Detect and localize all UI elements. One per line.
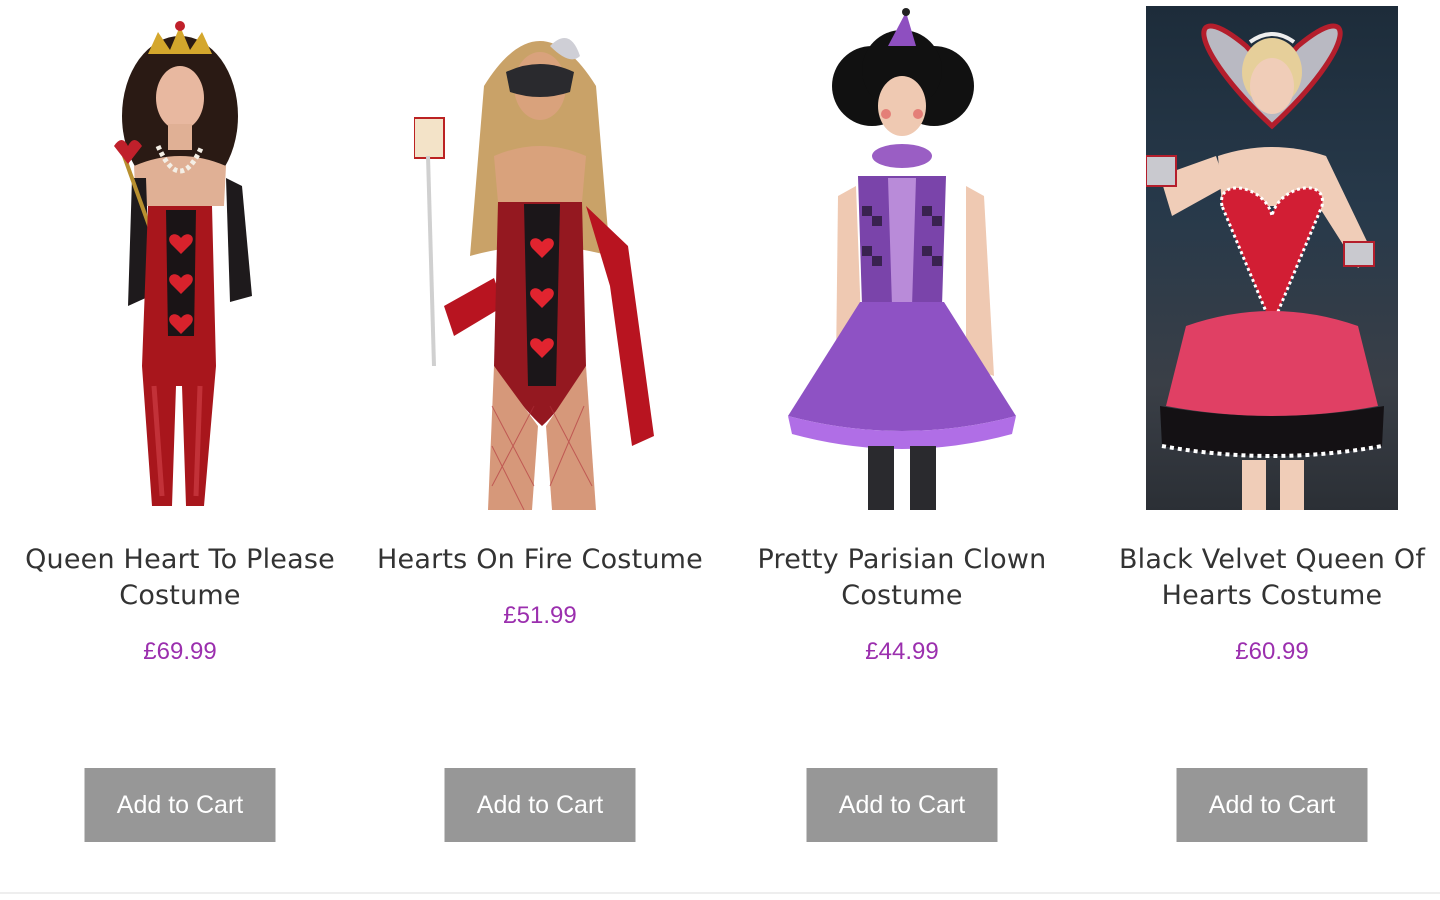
costume-figure-illustration xyxy=(114,21,252,506)
costume-figure-illustration xyxy=(1146,23,1384,510)
product-grid: Queen Heart To Please Costume £69.99 Add… xyxy=(0,0,1440,890)
section-divider xyxy=(0,892,1440,894)
product-price: £69.99 xyxy=(143,638,217,665)
add-to-cart-button[interactable]: Add to Cart xyxy=(84,768,276,842)
product-card: Queen Heart To Please Costume £69.99 Add… xyxy=(0,0,360,860)
product-image[interactable] xyxy=(54,6,306,510)
add-to-cart-button[interactable]: Add to Cart xyxy=(444,768,636,842)
product-card: Pretty Parisian Clown Costume £44.99 Add… xyxy=(722,0,1082,860)
product-card: Hearts On Fire Costume £51.99 Add to Car… xyxy=(360,0,720,860)
product-image[interactable] xyxy=(1146,6,1398,510)
product-card: Black Velvet Queen Of Hearts Costume £60… xyxy=(1092,0,1440,860)
add-to-cart-button[interactable]: Add to Cart xyxy=(1176,768,1368,842)
costume-figure-illustration xyxy=(414,38,654,510)
product-image[interactable] xyxy=(776,6,1028,510)
product-title[interactable]: Hearts On Fire Costume xyxy=(360,542,720,578)
product-title[interactable]: Black Velvet Queen Of Hearts Costume xyxy=(1092,542,1440,614)
product-price: £44.99 xyxy=(865,638,939,665)
product-title[interactable]: Pretty Parisian Clown Costume xyxy=(722,542,1082,614)
product-image[interactable] xyxy=(414,6,666,510)
product-price: £60.99 xyxy=(1235,638,1309,665)
costume-figure-illustration xyxy=(788,8,1016,510)
product-price: £51.99 xyxy=(503,602,577,629)
product-title[interactable]: Queen Heart To Please Costume xyxy=(0,542,360,614)
add-to-cart-button[interactable]: Add to Cart xyxy=(806,768,998,842)
